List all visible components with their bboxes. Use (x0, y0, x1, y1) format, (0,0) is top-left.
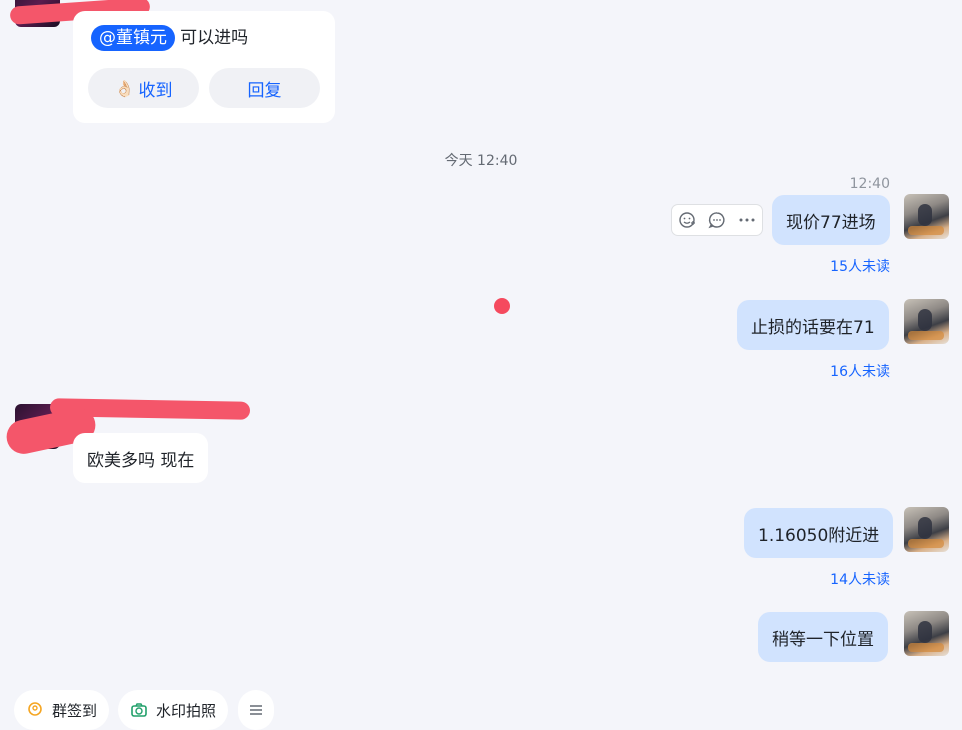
more-actions-button[interactable] (238, 690, 274, 730)
bubble-text: 欧美多吗 现在 (87, 450, 195, 471)
ok-hand-icon: 👌🏻 (114, 78, 135, 98)
message-content: @董镇元 可以进吗 (91, 25, 248, 51)
my-avatar[interactable] (904, 299, 949, 344)
checkin-label: 群签到 (52, 701, 98, 720)
unread-count[interactable]: 14人未读 (730, 569, 890, 589)
list-icon (250, 705, 262, 715)
message-actions-toolbar (671, 204, 763, 236)
ack-button[interactable]: 👌🏻 收到 (88, 68, 199, 108)
ack-button-label: 收到 (138, 80, 173, 101)
checkin-button[interactable]: 群签到 (14, 690, 110, 730)
record-dot (494, 298, 510, 314)
reply-button[interactable]: 回复 (209, 68, 320, 108)
time-divider: 今天 12:40 (444, 153, 518, 169)
reply-button-label: 回复 (247, 80, 282, 101)
message-time: 12:40 (849, 176, 890, 192)
message-card: @董镇元 可以进吗 👌🏻 收到 回复 (73, 11, 335, 123)
my-avatar[interactable] (904, 194, 949, 239)
message-text: 可以进吗 (180, 28, 249, 48)
my-avatar[interactable] (904, 611, 949, 656)
comment-icon[interactable] (707, 210, 727, 230)
camera-icon (131, 703, 147, 717)
add-reaction-icon[interactable] (677, 210, 697, 230)
my-avatar[interactable] (904, 507, 949, 552)
watermark-photo-button[interactable]: 水印拍照 (118, 690, 229, 730)
bubble-text: 止损的话要在71 (751, 317, 875, 338)
bubble-text: 1.16050附近进 (758, 525, 880, 546)
unread-count[interactable]: 15人未读 (730, 256, 890, 276)
photo-label: 水印拍照 (156, 701, 217, 720)
chat-bubble-mine[interactable]: 现价77进场 (772, 195, 890, 245)
bubble-text: 稍等一下位置 (772, 629, 874, 650)
bubble-text: 现价77进场 (786, 212, 876, 233)
chat-bubble-mine[interactable]: 止损的话要在71 (737, 300, 889, 350)
unread-count[interactable]: 16人未读 (730, 361, 890, 381)
chat-bubble-other[interactable]: 欧美多吗 现在 (73, 433, 209, 483)
mention-tag[interactable]: @董镇元 (91, 25, 175, 51)
chat-bubble-mine[interactable]: 1.16050附近进 (744, 508, 894, 558)
checkin-icon (28, 702, 42, 716)
more-icon[interactable] (737, 210, 757, 230)
chat-bubble-mine[interactable]: 稍等一下位置 (758, 612, 888, 662)
